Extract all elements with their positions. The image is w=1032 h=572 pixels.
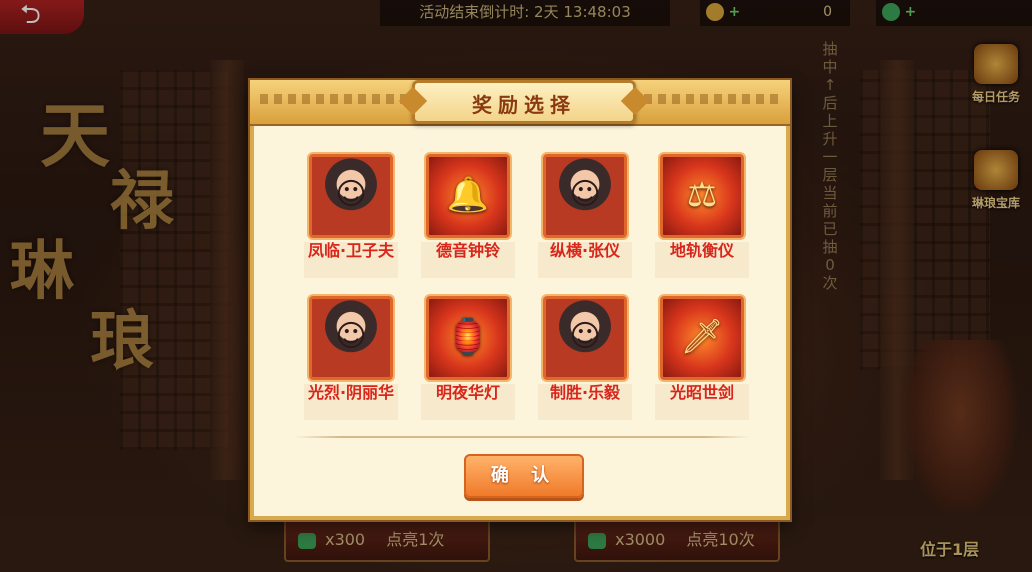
reward-option[interactable]: 🏮 明夜华灯: [421, 296, 515, 420]
reward-option[interactable]: ☺ 光烈·阴丽华: [304, 296, 398, 420]
sword-icon: 🗡: [660, 296, 744, 380]
reward-option[interactable]: ☺ 制胜·乐毅: [538, 296, 632, 420]
reward-name: 制胜·乐毅: [538, 384, 632, 420]
divider: [294, 436, 750, 438]
reward-option[interactable]: ☺ 纵横·张仪: [538, 154, 632, 278]
header-ornament: [630, 94, 780, 104]
reward-selection-dialog: 奖励选择 ☺ 凤临·卫子夫 🔔 德音钟铃 ☺ 纵横·张仪 ⚖ 地轨衡仪 ☺ 光烈…: [250, 80, 790, 520]
reward-option[interactable]: 🔔 德音钟铃: [421, 154, 515, 278]
reward-name: 光烈·阴丽华: [304, 384, 398, 420]
hero-portrait-icon: ☺: [309, 154, 393, 238]
title-plaque: 奖励选择: [412, 80, 636, 124]
reward-name: 纵横·张仪: [538, 242, 632, 278]
reward-option[interactable]: ☺ 凤临·卫子夫: [304, 154, 398, 278]
hero-portrait-icon: ☺: [543, 296, 627, 380]
dialog-title: 奖励选择: [472, 93, 576, 117]
hero-portrait-icon: ☺: [543, 154, 627, 238]
reward-name: 明夜华灯: [421, 384, 515, 420]
hero-portrait-icon: ☺: [309, 296, 393, 380]
instrument-icon: ⚖: [660, 154, 744, 238]
reward-option[interactable]: 🗡 光昭世剑: [655, 296, 749, 420]
reward-name: 光昭世剑: [655, 384, 749, 420]
reward-name: 德音钟铃: [421, 242, 515, 278]
confirm-button[interactable]: 确 认: [464, 454, 584, 498]
reward-option[interactable]: ⚖ 地轨衡仪: [655, 154, 749, 278]
bell-staff-icon: 🔔: [426, 154, 510, 238]
header-ornament: [260, 94, 410, 104]
reward-name: 凤临·卫子夫: [304, 242, 398, 278]
reward-name: 地轨衡仪: [655, 242, 749, 278]
lantern-icon: 🏮: [426, 296, 510, 380]
